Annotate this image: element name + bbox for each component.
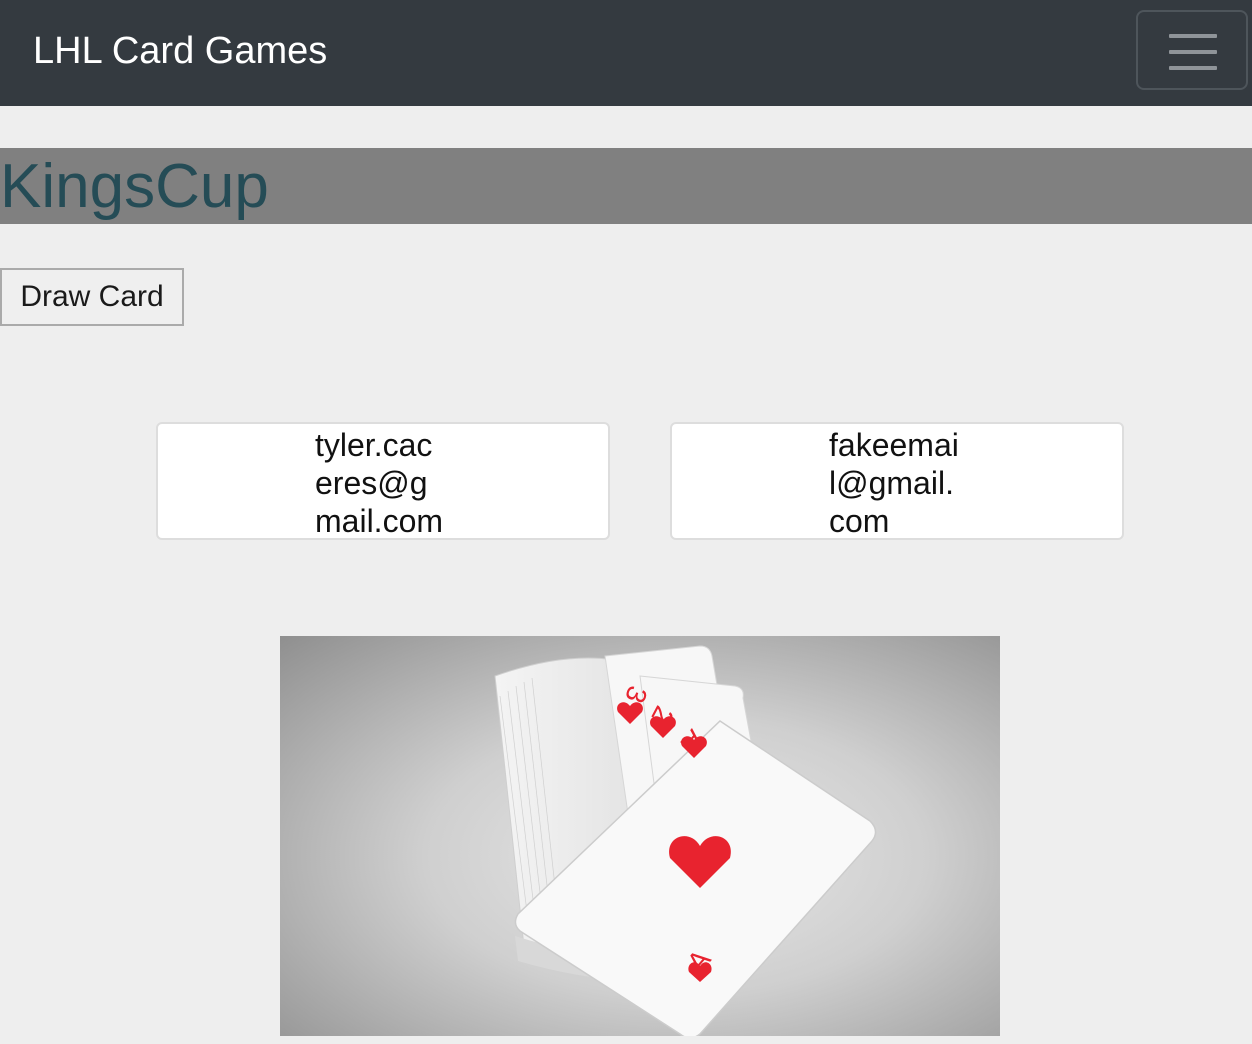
game-title: KingsCup (0, 152, 269, 221)
navbar-brand[interactable]: LHL Card Games (33, 28, 327, 74)
player-card: fakeemail@gmail.com (670, 422, 1124, 540)
player-email: tyler.caceres@gmail.com (315, 427, 444, 539)
top-navbar: LHL Card Games (0, 0, 1252, 106)
player-email: fakeemail@gmail.com (829, 427, 959, 539)
menu-toggle-button[interactable] (1136, 10, 1248, 90)
player-card: tyler.caceres@gmail.com (156, 422, 610, 540)
playing-cards-image: 3 2 A A (280, 636, 1000, 1036)
draw-card-button[interactable]: Draw Card (0, 268, 184, 326)
